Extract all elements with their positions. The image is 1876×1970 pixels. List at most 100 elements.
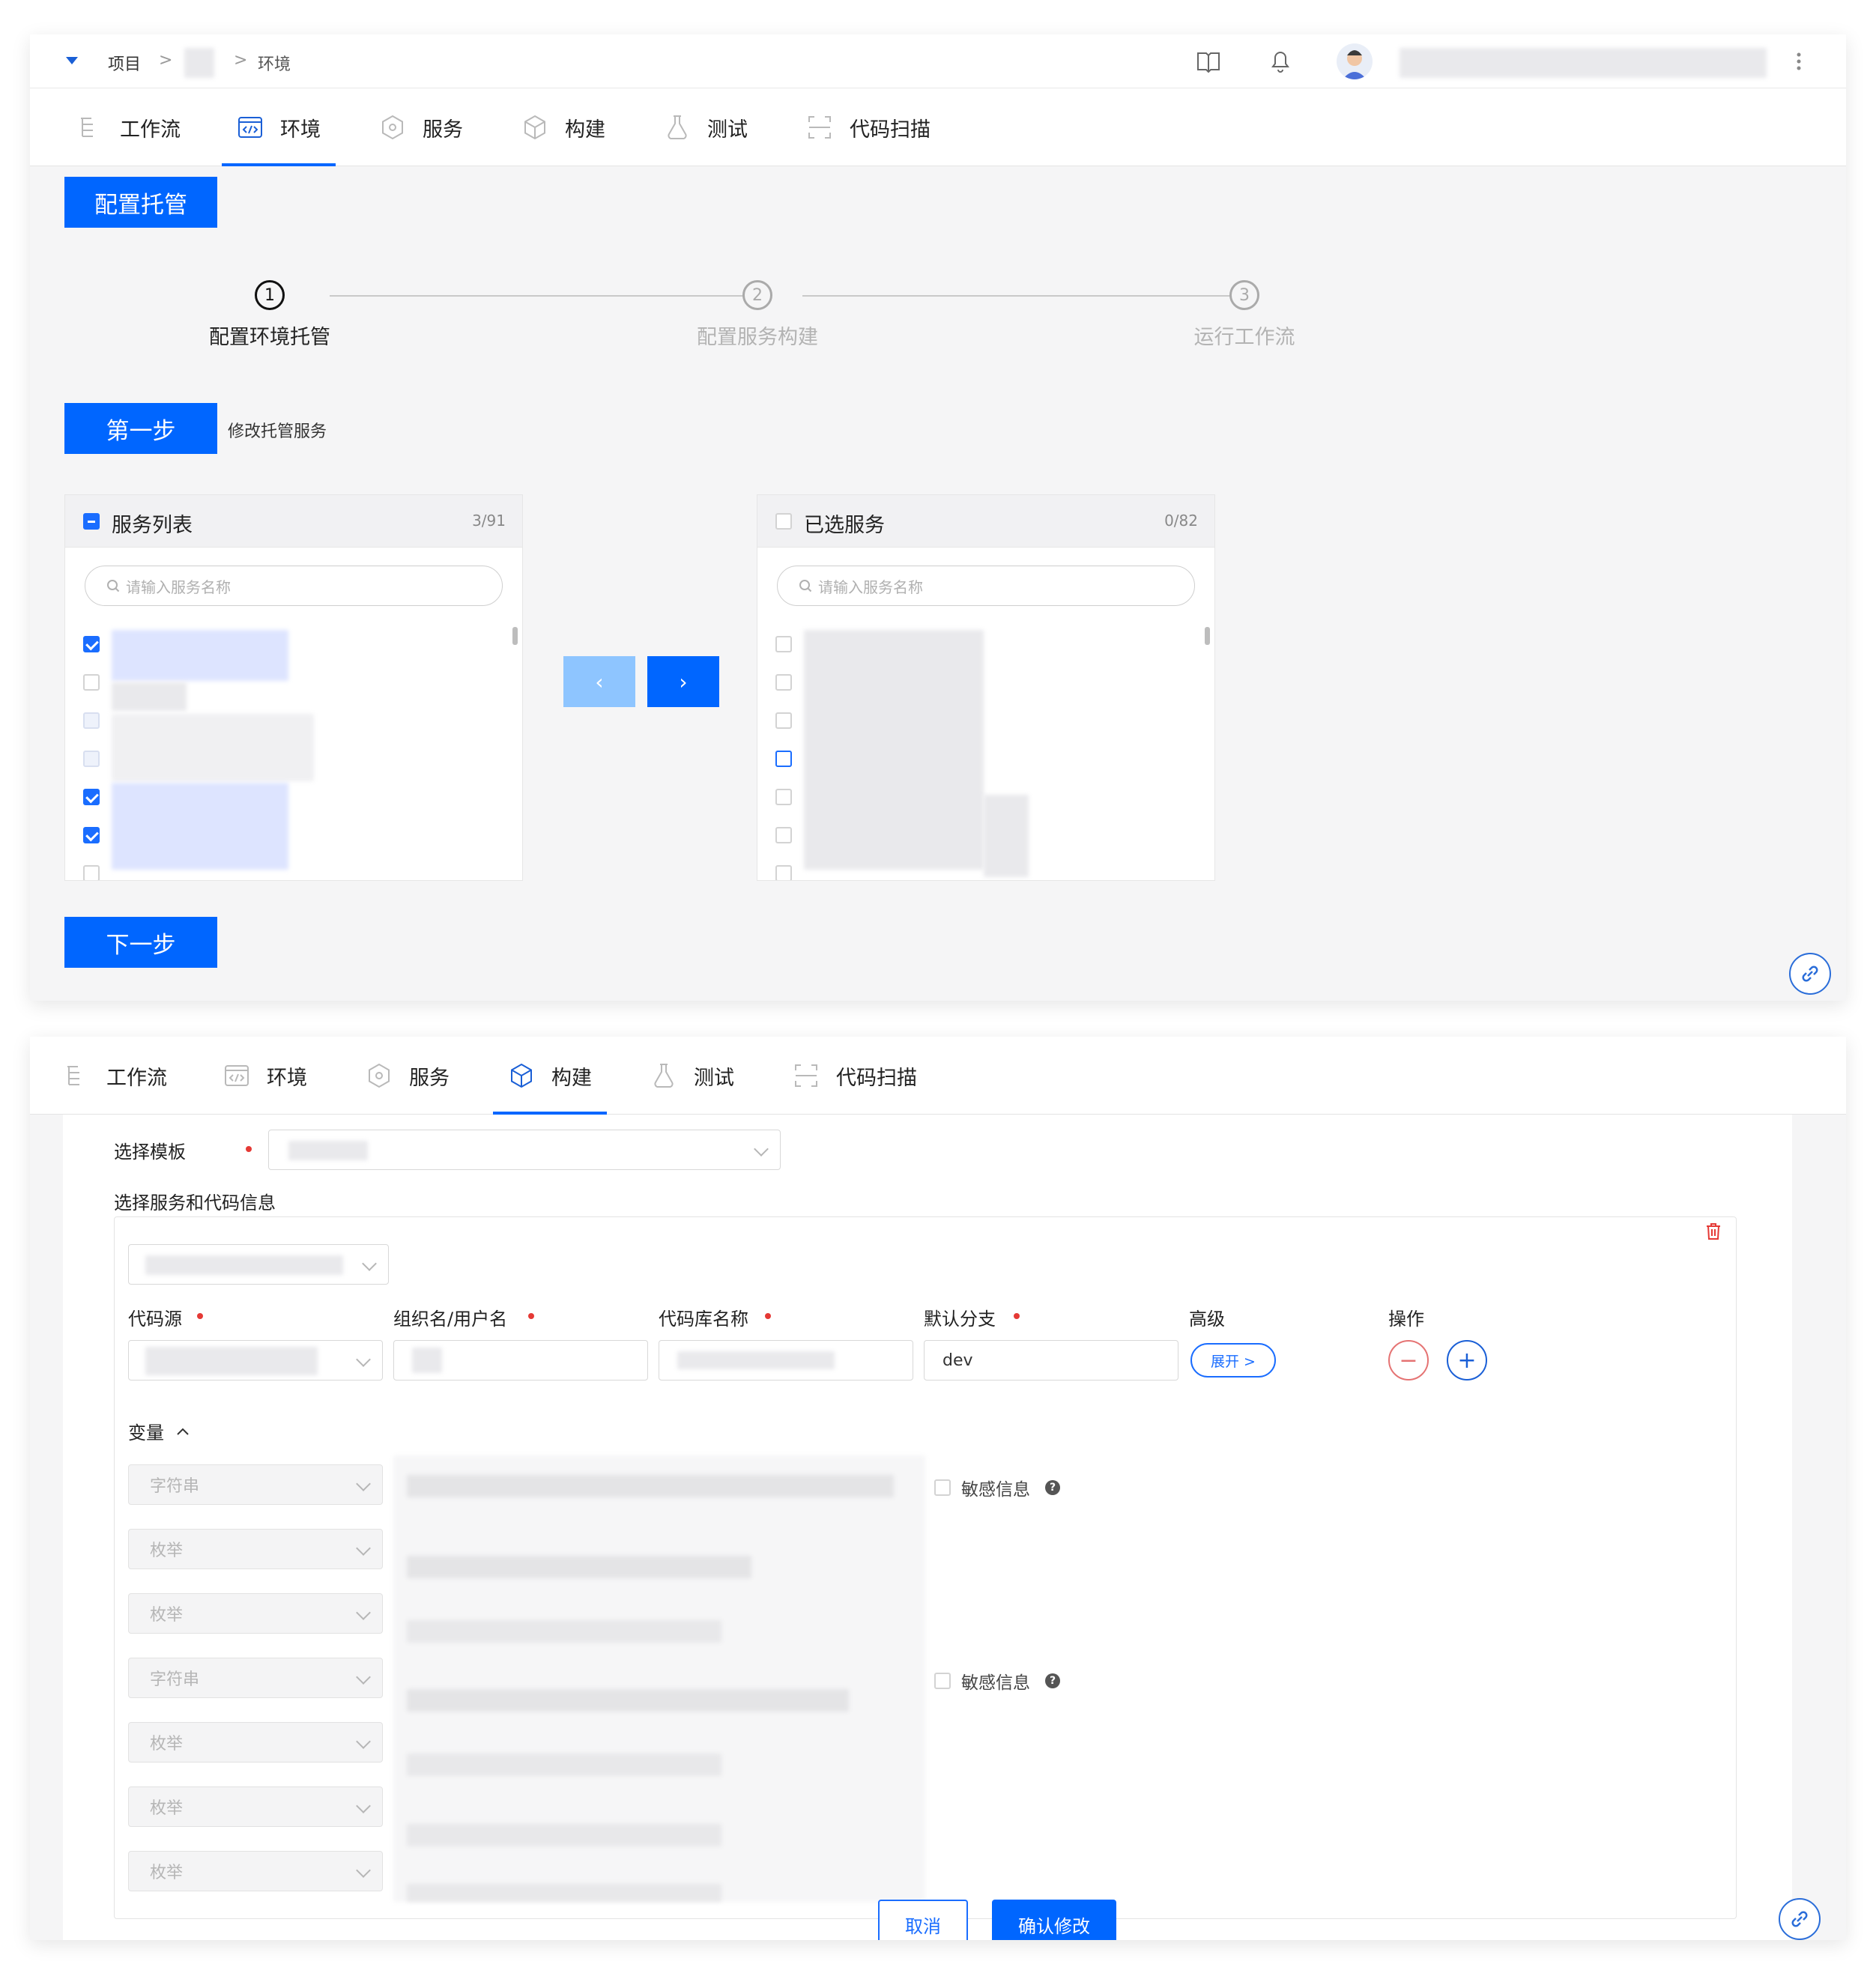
service-checkbox[interactable] — [83, 712, 100, 729]
template-select[interactable] — [268, 1130, 781, 1170]
variable-type: 枚举 — [150, 1799, 184, 1818]
variable-type-select[interactable]: 字符串 — [128, 1464, 383, 1505]
sensitive-checkbox[interactable] — [934, 1673, 951, 1689]
docs-icon[interactable] — [1196, 49, 1221, 73]
variable-type-select[interactable]: 枚举 — [128, 1851, 383, 1891]
service-checkbox[interactable] — [775, 636, 792, 652]
tab-label: 代码扫描 — [836, 1066, 917, 1090]
sensitive-toggle[interactable]: 敏感信息 ? — [934, 1475, 1060, 1500]
selected-search-input[interactable]: 请输入服务名称 — [777, 566, 1195, 606]
configure-hosting-button[interactable]: 配置托管 — [64, 177, 217, 228]
variable-type-select[interactable]: 枚举 — [128, 1593, 383, 1634]
service-search-input[interactable]: 请输入服务名称 — [85, 566, 503, 606]
service-select[interactable] — [128, 1244, 389, 1285]
test-icon — [668, 115, 687, 140]
user-info-redacted — [1400, 48, 1767, 78]
confirm-button[interactable]: 确认修改 — [992, 1900, 1116, 1940]
select-all-checkbox[interactable] — [83, 513, 100, 530]
service-checkbox[interactable] — [83, 789, 100, 805]
left-gutter — [30, 1115, 63, 1940]
list-scrollbar[interactable] — [512, 627, 518, 645]
sensitive-label: 敏感信息 — [961, 1480, 1030, 1500]
sensitive-toggle[interactable]: 敏感信息 ? — [934, 1668, 1060, 1694]
service-checkbox[interactable] — [83, 751, 100, 767]
tab-service[interactable]: 服务 — [379, 88, 463, 166]
tab-code-scan[interactable]: 代码扫描 — [793, 1037, 917, 1115]
service-checkbox[interactable] — [775, 827, 792, 843]
move-left-button[interactable]: ‹ — [563, 656, 635, 707]
cancel-button[interactable]: 取消 — [878, 1900, 968, 1940]
active-tab-indicator — [222, 163, 336, 166]
tab-environment[interactable]: 环境 — [222, 88, 336, 166]
tab-service[interactable]: 服务 — [366, 1037, 450, 1115]
code-scan-icon — [795, 1064, 817, 1087]
service-checkbox[interactable] — [775, 751, 792, 767]
service-checkbox[interactable] — [83, 865, 100, 880]
collapse-caret-icon[interactable] — [66, 57, 78, 66]
tab-workflow[interactable]: 工作流 — [76, 88, 181, 166]
service-name-redacted — [112, 682, 187, 711]
next-step-button[interactable]: 下一步 — [64, 917, 217, 968]
service-checkbox[interactable] — [775, 712, 792, 729]
repo-input[interactable] — [659, 1340, 913, 1380]
required-mark — [528, 1313, 534, 1319]
breadcrumb-project-name-redacted — [184, 48, 214, 78]
tab-build[interactable]: 构建 — [493, 1037, 607, 1115]
environment-icon — [225, 1065, 249, 1086]
variable-type-select[interactable]: 枚举 — [128, 1786, 383, 1827]
tab-test[interactable]: 测试 — [650, 1037, 734, 1115]
select-all-checkbox[interactable] — [775, 513, 792, 530]
selected-services-header: 已选服务 0/82 — [757, 495, 1214, 548]
tab-test[interactable]: 测试 — [664, 88, 748, 166]
share-link-button[interactable] — [1779, 1898, 1821, 1940]
bell-icon[interactable] — [1269, 48, 1292, 73]
variable-type-select[interactable]: 枚举 — [128, 1722, 383, 1763]
share-link-button[interactable] — [1789, 953, 1831, 995]
expand-advanced-button[interactable]: 展开 > — [1190, 1343, 1276, 1378]
service-checkbox[interactable] — [775, 674, 792, 691]
tab-environment[interactable]: 环境 — [223, 1037, 307, 1115]
link-icon — [1791, 1911, 1808, 1927]
move-right-button[interactable]: › — [647, 656, 719, 707]
variable-type-select[interactable]: 枚举 — [128, 1529, 383, 1569]
search-placeholder: 请输入服务名称 — [818, 578, 923, 596]
tab-label: 测试 — [694, 1066, 734, 1090]
chevron-down-icon — [356, 1670, 371, 1685]
service-checkbox[interactable] — [83, 827, 100, 843]
more-icon[interactable] — [1797, 52, 1801, 70]
tab-build[interactable]: 构建 — [521, 88, 605, 166]
chevron-down-icon — [356, 1734, 371, 1749]
variables-toggle[interactable]: 变量 — [128, 1418, 190, 1444]
variable-type-select[interactable]: 字符串 — [128, 1658, 383, 1698]
service-checkbox[interactable] — [83, 636, 100, 652]
variable-type: 字符串 — [150, 1477, 200, 1496]
tab-label: 环境 — [280, 118, 321, 142]
tab-code-scan[interactable]: 代码扫描 — [806, 88, 931, 166]
branch-input[interactable]: dev — [924, 1340, 1178, 1380]
variable-type: 字符串 — [150, 1670, 200, 1689]
variable-value-redacted — [407, 1754, 721, 1776]
code-source-select[interactable] — [128, 1340, 383, 1380]
org-input[interactable] — [393, 1340, 648, 1380]
service-list-title: 服务列表 — [112, 514, 193, 537]
search-icon — [107, 580, 120, 592]
required-mark — [197, 1313, 203, 1319]
add-row-button[interactable]: + — [1447, 1340, 1487, 1380]
delete-icon[interactable] — [1704, 1222, 1722, 1241]
chevron-up-icon — [177, 1428, 189, 1435]
breadcrumb-project[interactable]: 项目 — [108, 51, 141, 75]
selected-services-count: 0/82 — [1164, 512, 1198, 530]
list-scrollbar[interactable] — [1205, 627, 1210, 645]
tab-workflow[interactable]: 工作流 — [63, 1037, 167, 1115]
service-checkbox[interactable] — [775, 789, 792, 805]
sensitive-checkbox[interactable] — [934, 1479, 951, 1496]
tab-label: 构建 — [551, 1066, 592, 1090]
selected-services-box: 已选服务 0/82 请输入服务名称 — [757, 494, 1215, 881]
avatar[interactable] — [1337, 43, 1373, 79]
help-icon[interactable]: ? — [1045, 1673, 1060, 1688]
service-checkbox[interactable] — [775, 865, 792, 880]
remove-row-button[interactable]: − — [1388, 1340, 1429, 1380]
help-icon[interactable]: ? — [1045, 1480, 1060, 1495]
service-checkbox[interactable] — [83, 674, 100, 691]
step-1-label: 配置环境托管 — [209, 326, 330, 349]
